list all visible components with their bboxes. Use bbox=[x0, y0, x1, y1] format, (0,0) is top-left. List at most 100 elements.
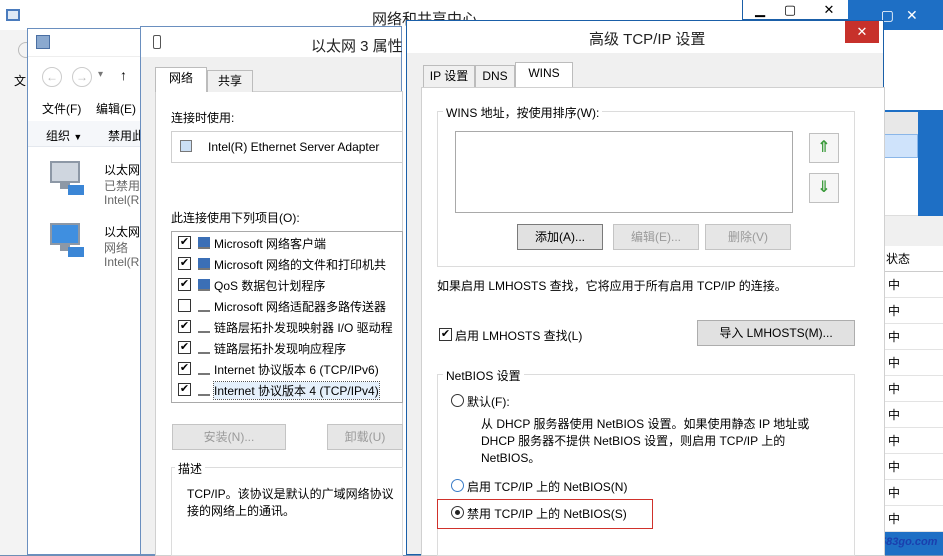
component-icon bbox=[198, 279, 210, 291]
status-cell: 中 bbox=[884, 506, 943, 532]
status-column-header[interactable]: 状态 bbox=[884, 246, 943, 272]
close-icon[interactable]: ✕ bbox=[809, 0, 849, 20]
item-checkbox[interactable]: ✔ bbox=[178, 236, 191, 249]
tab-network[interactable]: 网络 bbox=[155, 67, 207, 92]
computer-network-icon bbox=[48, 161, 84, 195]
back-arrow-icon[interactable]: ← bbox=[42, 67, 62, 87]
connect-using-label: 连接时使用: bbox=[171, 111, 235, 125]
item-label[interactable]: Microsoft 网络适配器多路传送器 bbox=[214, 298, 386, 315]
status-cell: 中 bbox=[884, 480, 943, 506]
up-arrow-icon[interactable]: ↑ bbox=[120, 67, 127, 83]
netbios-disable-label[interactable]: 禁用 TCP/IP 上的 NetBIOS(S) bbox=[467, 505, 627, 522]
enable-lmhosts-label[interactable]: 启用 LMHOSTS 查找(L) bbox=[455, 327, 582, 344]
lmhosts-info: 如果启用 LMHOSTS 查找，它将应用于所有启用 TCP/IP 的连接。 bbox=[437, 279, 787, 293]
item-label[interactable]: Internet 协议版本 6 (TCP/IPv6) bbox=[214, 361, 379, 378]
netbios-default-label[interactable]: 默认(F): bbox=[467, 393, 510, 410]
disable-device-button[interactable]: 禁用此 bbox=[108, 127, 144, 144]
item-checkbox[interactable]: ✔ bbox=[178, 362, 191, 375]
nsc-caption-bar: ▁ ▢ ✕ bbox=[742, 0, 848, 20]
menu-file[interactable]: 文件(F) bbox=[42, 100, 81, 117]
remove-button[interactable]: 删除(V) bbox=[705, 224, 791, 250]
organize-label: 组织 bbox=[46, 129, 71, 143]
item-checkbox[interactable]: ✔ bbox=[178, 383, 191, 396]
status-cell: 中 bbox=[884, 402, 943, 428]
netbios-disable-radio[interactable] bbox=[451, 506, 464, 519]
item-label[interactable]: Microsoft 网络的文件和打印机共 bbox=[214, 256, 386, 273]
adapter-name: Intel(R) Ethernet Server Adapter bbox=[208, 140, 380, 154]
install-button[interactable]: 安装(N)... bbox=[172, 424, 286, 450]
item-label[interactable]: Internet 协议版本 4 (TCP/IPv4) bbox=[213, 381, 380, 400]
network-folder-icon bbox=[36, 35, 50, 49]
arrow-up-icon: ⇑ bbox=[817, 139, 831, 156]
items-label: 此连接使用下列项目(O): bbox=[171, 211, 300, 225]
netbios-default-desc: DHCP 服务器不提供 NetBIOS 设置，则启用 TCP/IP 上的 bbox=[481, 434, 786, 448]
minimize-icon[interactable]: ▁ bbox=[745, 0, 775, 20]
item-label[interactable]: 链路层拓扑发现映射器 I/O 驱动程 bbox=[214, 319, 393, 336]
item-checkbox[interactable]: ✔ bbox=[178, 278, 191, 291]
netbios-default-desc: 从 DHCP 服务器使用 NetBIOS 设置。如果使用静态 IP 地址或 bbox=[481, 417, 810, 431]
edit-button[interactable]: 编辑(E)... bbox=[613, 224, 699, 250]
maximize-icon[interactable]: ▢ bbox=[775, 0, 805, 20]
netbios-group-label: NetBIOS 设置 bbox=[443, 367, 524, 384]
adapter-status: 网络 bbox=[104, 241, 129, 255]
watermark: 583go.com bbox=[880, 536, 938, 548]
netbios-default-desc: NetBIOS。 bbox=[481, 451, 541, 465]
tab-wins[interactable]: WINS bbox=[515, 62, 573, 87]
organize-button[interactable]: 组织 ▼ bbox=[46, 127, 82, 144]
right-selected-row[interactable] bbox=[884, 134, 918, 158]
item-checkbox[interactable]: ✔ bbox=[178, 341, 191, 354]
move-down-button[interactable]: ⇓ bbox=[809, 173, 839, 203]
adapter-status: 已禁用 bbox=[104, 179, 141, 193]
adapter-device: Intel(R bbox=[104, 255, 140, 269]
netbios-enable-label[interactable]: 启用 TCP/IP 上的 NetBIOS(N) bbox=[467, 478, 627, 495]
item-checkbox[interactable]: ✔ bbox=[178, 320, 191, 333]
wins-group-label: WINS 地址，按使用排序(W): bbox=[443, 104, 603, 121]
item-checkbox[interactable]: ✔ bbox=[178, 257, 191, 270]
component-icon bbox=[198, 384, 210, 396]
component-icon bbox=[198, 321, 210, 333]
menu-edit[interactable]: 编辑(E) bbox=[96, 100, 136, 117]
component-icon bbox=[198, 363, 210, 375]
enable-lmhosts-checkbox[interactable]: ✔ bbox=[439, 328, 452, 341]
component-icon bbox=[198, 237, 210, 249]
network-adapter-icon bbox=[153, 35, 161, 49]
ethernet-properties-window: 以太网 3 属性 网络 共享 连接时使用: Intel(R) Ethernet … bbox=[140, 26, 403, 556]
component-icon bbox=[198, 300, 210, 312]
add-button[interactable]: 添加(A)... bbox=[517, 224, 603, 250]
netbios-enable-radio[interactable] bbox=[451, 479, 464, 492]
dialog-close-button[interactable]: ✕ bbox=[845, 21, 879, 43]
eth-title: 以太网 3 属性 bbox=[311, 38, 403, 55]
dropdown-icon[interactable]: ▾ bbox=[98, 69, 103, 80]
forward-arrow-icon[interactable]: → bbox=[72, 67, 92, 87]
tab-ip-settings[interactable]: IP 设置 bbox=[423, 65, 475, 87]
move-up-button[interactable]: ⇑ bbox=[809, 133, 839, 163]
nsc-left-strip bbox=[0, 30, 28, 555]
item-label[interactable]: 链路层拓扑发现响应程序 bbox=[214, 340, 346, 357]
status-cell: 中 bbox=[884, 454, 943, 480]
right-panel-d bbox=[884, 216, 943, 246]
network-connections-window: ← → ▾ ↑ 文件(F) 编辑(E) 组织 ▼ 禁用此 以太网 已禁用 Int… bbox=[27, 28, 157, 555]
adapter-device: Intel(R bbox=[104, 193, 140, 207]
dialog-title: 高级 TCP/IP 设置 bbox=[589, 31, 706, 48]
item-label[interactable]: Microsoft 网络客户端 bbox=[214, 235, 326, 252]
netbios-default-radio[interactable] bbox=[451, 394, 464, 407]
description-label: 描述 bbox=[175, 460, 206, 477]
uninstall-button[interactable]: 卸载(U) bbox=[327, 424, 403, 450]
nsc-app-icon bbox=[6, 9, 20, 21]
wins-address-list[interactable] bbox=[455, 131, 793, 213]
right-panel-b bbox=[884, 112, 918, 134]
item-label[interactable]: QoS 数据包计划程序 bbox=[214, 277, 325, 294]
item-checkbox[interactable] bbox=[178, 299, 191, 312]
adapter-name: 以太网 bbox=[104, 225, 141, 239]
adapter-box: Intel(R) Ethernet Server Adapter bbox=[171, 131, 403, 163]
tab-sharing[interactable]: 共享 bbox=[207, 70, 253, 92]
network-card-icon bbox=[180, 140, 192, 152]
computer-network-icon bbox=[48, 223, 84, 257]
tab-dns[interactable]: DNS bbox=[475, 65, 515, 87]
import-lmhosts-button[interactable]: 导入 LMHOSTS(M)... bbox=[697, 320, 855, 346]
close-icon: ✕ bbox=[856, 24, 868, 39]
component-icon bbox=[198, 342, 210, 354]
chevron-down-icon: ▼ bbox=[73, 132, 83, 142]
nsc-menu-char[interactable]: 文 bbox=[14, 72, 26, 89]
right-panel-c bbox=[884, 158, 918, 216]
